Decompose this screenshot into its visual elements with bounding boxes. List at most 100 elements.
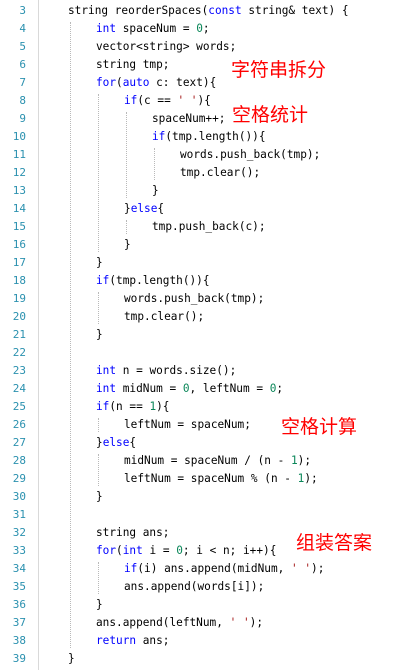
line-number: 22 — [12, 346, 26, 359]
code-token: { — [129, 436, 137, 449]
keyword-token: const — [208, 4, 242, 17]
code-token: spaceNum = — [116, 22, 197, 35]
line-number: 8 — [19, 94, 26, 107]
code-token: } — [96, 256, 103, 269]
indent-guide — [98, 418, 99, 432]
code-line: } — [124, 236, 131, 254]
code-token: c: text){ — [149, 76, 217, 89]
gutter-divider — [38, 0, 39, 670]
line-number: 34 — [12, 562, 26, 575]
code-line: words.push_back(tmp); — [124, 290, 264, 308]
code-line: tmp.push_back(c); — [152, 218, 266, 236]
indent-guide — [98, 94, 99, 252]
code-token: ){ — [156, 400, 170, 413]
line-number: 24 — [12, 382, 26, 395]
code-line: for(int i = 0; i < n; i++){ — [96, 542, 276, 560]
keyword-token: for — [96, 76, 117, 89]
code-line: words.push_back(tmp); — [180, 146, 320, 164]
code-line: if(i) ans.append(midNum, ' '); — [124, 560, 324, 578]
line-number: 32 — [12, 526, 26, 539]
keyword-token: if — [124, 94, 138, 107]
line-number: 37 — [12, 616, 26, 629]
code-line: if(tmp.length()){ — [96, 272, 210, 290]
code-token: words.push_back(tmp); — [124, 292, 265, 305]
number-token: 1 — [290, 454, 298, 467]
code-token: tmp.clear(); — [180, 166, 261, 179]
code-line: midNum = spaceNum / (n - 1); — [124, 452, 311, 470]
line-number: 35 — [12, 580, 26, 593]
code-token: tmp.clear(); — [124, 310, 205, 323]
line-number: 5 — [19, 40, 26, 53]
code-token: ); — [249, 616, 263, 629]
code-token: ans; — [136, 634, 170, 647]
code-line: if(n == 1){ — [96, 398, 169, 416]
line-number: 3 — [19, 4, 26, 17]
line-number: 27 — [12, 436, 26, 449]
code-line: ans.append(words[i]); — [124, 578, 264, 596]
code-line: string reorderSpaces(const string& text)… — [68, 2, 349, 20]
code-line: leftNum = spaceNum; — [124, 416, 251, 434]
line-number: 33 — [12, 544, 26, 557]
line-number: 28 — [12, 454, 26, 467]
code-token: } — [124, 202, 131, 215]
line-number: 13 — [12, 184, 26, 197]
code-line: spaceNum++; — [152, 110, 225, 128]
code-line: leftNum = spaceNum % (n - 1); — [124, 470, 318, 488]
keyword-token: int — [96, 382, 117, 395]
code-token: (tmp.length()){ — [165, 130, 266, 143]
code-token: } — [124, 238, 131, 251]
line-number: 20 — [12, 310, 26, 323]
code-line: int spaceNum = 0; — [96, 20, 210, 38]
line-number: 19 — [12, 292, 26, 305]
code-line: return ans; — [96, 632, 169, 650]
line-number: 21 — [12, 328, 26, 341]
code-token: ( — [116, 544, 123, 557]
number-token: 0 — [176, 544, 183, 557]
line-number: 11 — [12, 148, 26, 161]
code-line: } — [96, 254, 103, 272]
keyword-token: if — [96, 274, 110, 287]
indent-guide — [98, 454, 99, 486]
line-number: 25 — [12, 400, 26, 413]
keyword-token: else — [130, 202, 158, 215]
line-number-gutter: 3 4 5 6 7 8 9 10 11 12 13 14 15 16 17 18 19 20 21 22 23 24 25 2… — [0, 0, 30, 670]
code-token: n = words.size(); — [116, 364, 237, 377]
indent-guide — [126, 112, 127, 198]
line-number: 38 — [12, 634, 26, 647]
keyword-token: return — [96, 634, 137, 647]
code-token: ( — [116, 76, 123, 89]
code-token: spaceNum++; — [152, 112, 226, 125]
code-line: vector<string> words; — [96, 38, 236, 56]
code-token: } — [152, 184, 159, 197]
code-token: string reorderSpaces( — [68, 4, 209, 17]
code-token: } — [96, 490, 103, 503]
line-number: 10 — [12, 130, 26, 143]
keyword-token: else — [102, 436, 130, 449]
line-number: 17 — [12, 256, 26, 269]
code-token: { — [157, 202, 165, 215]
code-line: int n = words.size(); — [96, 362, 236, 380]
code-line: ans.append(leftNum, ' '); — [96, 614, 263, 632]
line-number: 36 — [12, 598, 26, 611]
code-token: ans.append(leftNum, — [96, 616, 230, 629]
indent-guide — [70, 22, 71, 648]
indent-guide — [154, 148, 155, 180]
line-number: 14 — [12, 202, 26, 215]
code-line: }else{ — [124, 200, 164, 218]
code-line: if(tmp.length()){ — [152, 128, 266, 146]
code-token: ; — [276, 382, 284, 395]
code-token: vector<string> words; — [96, 40, 237, 53]
code-token: ){ — [197, 94, 211, 107]
code-token: string ans; — [96, 526, 170, 539]
string-token: ' ' — [290, 562, 312, 575]
keyword-token: if — [124, 562, 138, 575]
number-token: 0 — [182, 382, 190, 395]
code-line: } — [96, 488, 103, 506]
line-number: 26 — [12, 418, 26, 431]
code-line: tmp.clear(); — [180, 164, 260, 182]
code-line: string ans; — [96, 524, 169, 542]
indent-guide — [98, 292, 99, 324]
code-line: } — [96, 596, 103, 614]
code-token: midNum = spaceNum / (n - — [124, 454, 291, 467]
code-token: leftNum = spaceNum; — [124, 418, 251, 431]
